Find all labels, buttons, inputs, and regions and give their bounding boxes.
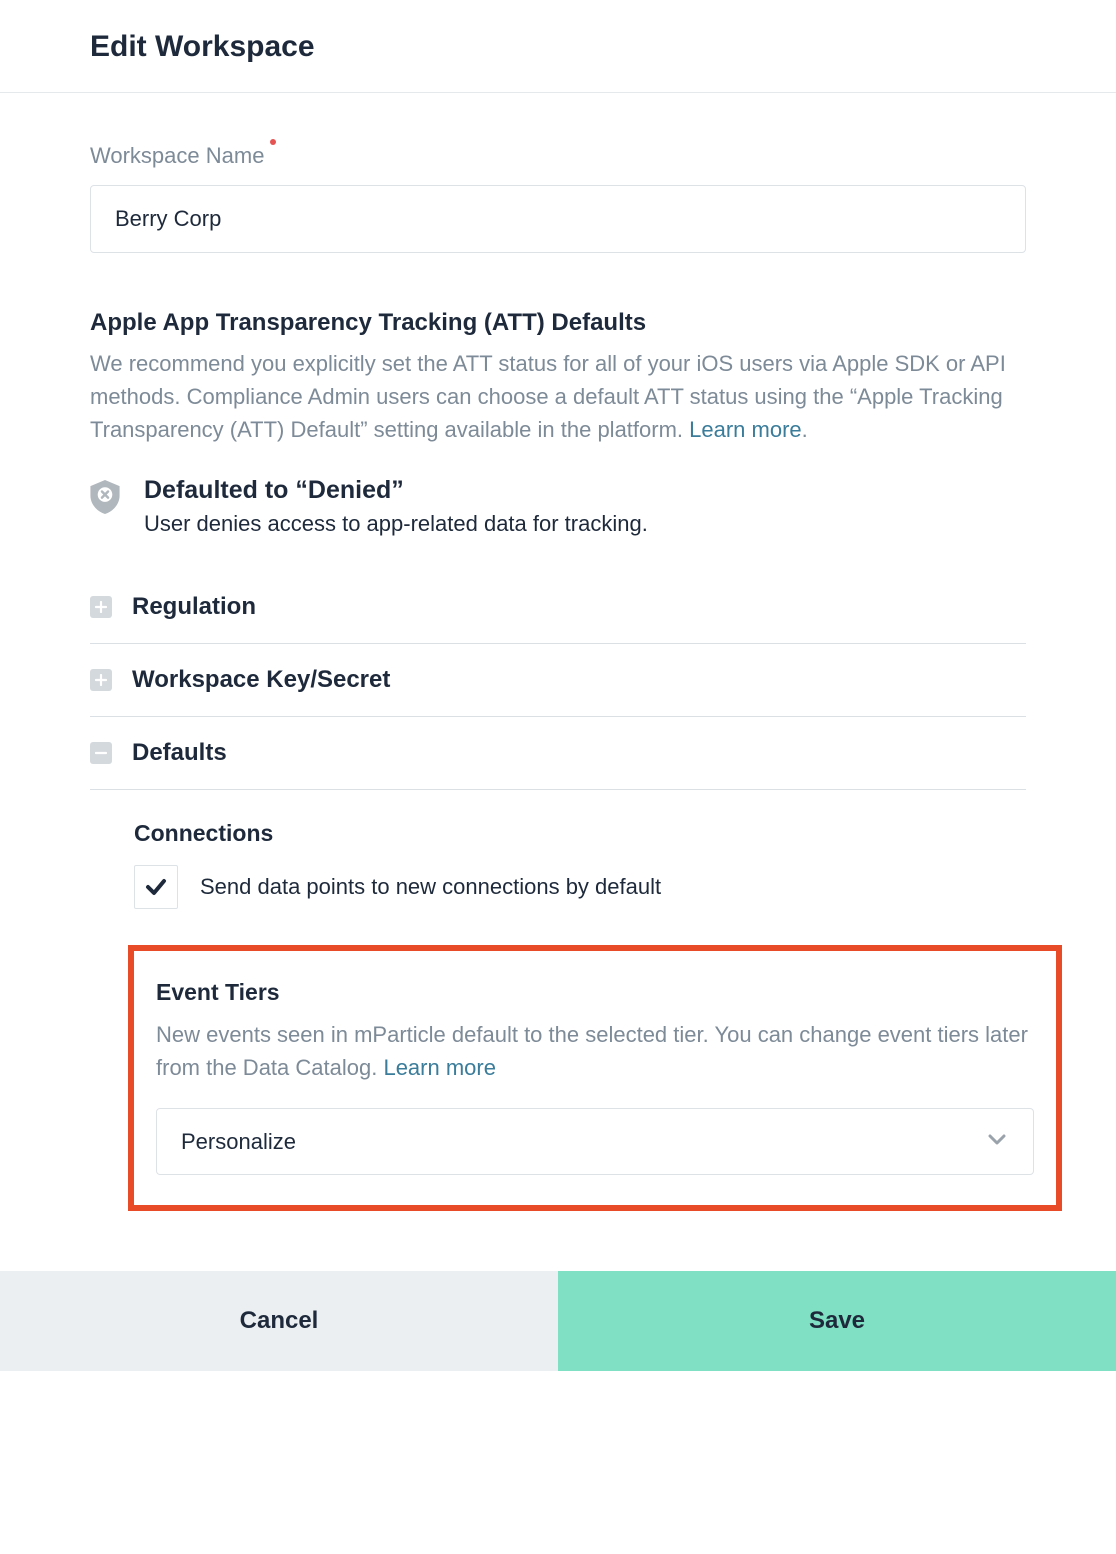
dialog-footer: Cancel Save [0,1271,1116,1371]
accordion-label: Workspace Key/Secret [132,666,390,694]
att-learn-more-link[interactable]: Learn more [689,417,802,442]
att-default-block: Defaulted to “Denied” User denies access… [90,476,1026,537]
workspace-name-label: Workspace Name [90,143,264,169]
shield-denied-icon [90,480,120,519]
expand-icon [90,669,112,691]
connections-checkbox-label: Send data points to new connections by d… [200,874,661,900]
att-default-subtitle: User denies access to app-related data f… [144,511,648,537]
event-tiers-select[interactable]: Personalize [156,1108,1034,1175]
required-indicator-icon [270,139,276,145]
defaults-panel: Connections Send data points to new conn… [90,790,1026,1211]
event-tiers-description: New events seen in mParticle default to … [156,1018,1034,1084]
collapse-icon [90,742,112,764]
accordion-key-secret[interactable]: Workspace Key/Secret [90,644,1026,717]
cancel-button[interactable]: Cancel [0,1271,558,1371]
expand-icon [90,596,112,618]
accordion-label: Regulation [132,593,256,621]
dialog-title: Edit Workspace [90,30,1026,64]
dialog-content: Workspace Name Apple App Transparency Tr… [0,93,1116,1271]
accordion-defaults[interactable]: Defaults [90,717,1026,790]
connections-checkbox[interactable] [134,865,178,909]
accordion-label: Defaults [132,739,227,767]
period: . [802,417,808,442]
event-tiers-learn-more-link[interactable]: Learn more [383,1055,496,1080]
chevron-down-icon [985,1127,1009,1156]
event-tiers-select-value: Personalize [181,1129,296,1155]
dialog-header: Edit Workspace [0,0,1116,93]
accordion-list: Regulation Workspace Key/Secret Defaults… [90,593,1026,1211]
save-button[interactable]: Save [558,1271,1116,1371]
att-section-title: Apple App Transparency Tracking (ATT) De… [90,309,1026,337]
accordion-regulation[interactable]: Regulation [90,593,1026,644]
workspace-name-field: Workspace Name [90,143,1026,253]
att-section-description: We recommend you explicitly set the ATT … [90,347,1026,446]
workspace-name-input[interactable] [90,185,1026,253]
event-tiers-heading: Event Tiers [156,979,1034,1006]
check-icon [144,875,168,899]
connections-heading: Connections [134,820,1026,847]
event-tiers-highlight: Event Tiers New events seen in mParticle… [128,945,1062,1211]
connections-checkbox-row: Send data points to new connections by d… [134,865,1026,909]
att-default-title: Defaulted to “Denied” [144,476,648,505]
